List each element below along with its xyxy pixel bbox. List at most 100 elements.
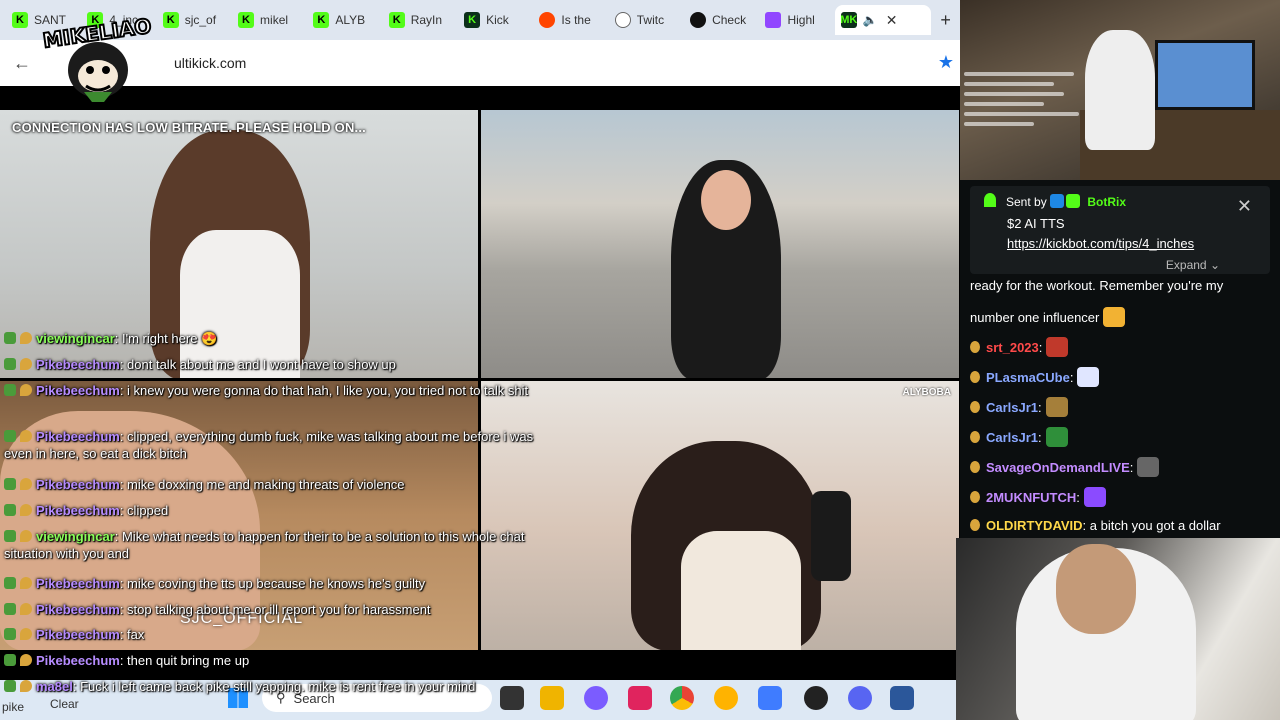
chat-text: : (1069, 370, 1074, 385)
kick-icon: K (313, 12, 330, 28)
tab-label: RayIn (410, 13, 443, 27)
bot-name[interactable]: BotRix (1087, 195, 1126, 209)
webcam-bottom (956, 538, 1280, 720)
chat-text: : fax (119, 627, 145, 642)
chat-input-text[interactable]: pike (2, 700, 24, 714)
pen-badge-icon (4, 577, 16, 589)
chat-message: viewingincar: Mike what needs to happen … (4, 528, 534, 562)
app-icon[interactable] (758, 686, 782, 710)
chat-username[interactable]: SavageOnDemandLIVE (986, 460, 1130, 475)
chat-username[interactable]: CarlsJr1 (986, 400, 1038, 415)
chat-message: Pikebeechum: fax (4, 626, 534, 643)
new-tab-button[interactable]: + (931, 10, 960, 31)
search-icon (614, 12, 631, 28)
kick-icon: K (238, 12, 255, 28)
browser-tab[interactable]: K Kick (458, 5, 533, 35)
close-icon[interactable]: ✕ (1237, 196, 1252, 217)
chat-message: Pikebeechum: stop talking about me or il… (4, 601, 534, 618)
chat-username[interactable]: CarlsJr1 (986, 430, 1038, 445)
chat-username[interactable]: srt_2023 (986, 340, 1039, 355)
emote-icon (1077, 367, 1100, 387)
chat-username[interactable]: Pikebeechum (36, 653, 120, 668)
expand-button[interactable]: Expand ⌄ (1166, 258, 1220, 272)
screen: K SANT K 4_inc Ksjc_of Kmikel K ALYB K RayIn K Kick… (0, 0, 1280, 720)
chat-message: viewingincar: I'm right here 😍 (4, 330, 534, 347)
word-icon[interactable] (890, 686, 914, 710)
drop-badge-icon (20, 478, 32, 490)
folder-icon[interactable] (540, 686, 564, 710)
alyboba-channel-label: ALYBOBA (902, 387, 951, 398)
tip-link[interactable]: https://kickbot.com/tips/4_inches (1007, 236, 1194, 251)
drop-badge-icon (970, 461, 980, 473)
url-text[interactable]: ultikick.com (174, 55, 246, 71)
drop-badge-icon (970, 491, 980, 503)
chat-message: Pikebeechum: clipped, everything dumb fu… (4, 428, 534, 462)
drop-badge-icon (20, 654, 32, 666)
streamer-head (1056, 544, 1136, 634)
speaker-icon[interactable]: 🔈 (863, 13, 878, 27)
tab-label: Highl (787, 13, 815, 27)
chat-username[interactable]: Pikebeechum (36, 383, 120, 398)
paint-icon[interactable] (628, 686, 652, 710)
emote-icon (1045, 427, 1068, 447)
microphone-icon (811, 491, 851, 581)
chat-text: : (1129, 460, 1134, 475)
badge-icon (1050, 194, 1065, 208)
drop-badge-icon (20, 332, 32, 344)
chat-message: CarlsJr1: (970, 397, 1068, 417)
chat-username[interactable]: Pikebeechum (36, 503, 120, 518)
emote-icon (1046, 337, 1069, 357)
obs-icon[interactable] (804, 686, 828, 710)
browser-tab[interactable]: K RayIn (383, 5, 458, 35)
tab-label: Is the (561, 13, 591, 27)
chat-username[interactable]: 2MUKNFUTCH (986, 490, 1076, 505)
chat-text: : (1038, 340, 1043, 355)
drop-badge-icon (20, 504, 32, 516)
browser-tab[interactable]: Highl (759, 5, 834, 35)
chat-message: ready for the workout. Remember you're m… (970, 277, 1223, 294)
chrome-icon[interactable] (670, 686, 694, 710)
chat-message: Pikebeechum: mike doxxing me and making … (4, 476, 534, 493)
streamer-head (701, 170, 751, 230)
tip-notification: Sent by BotRix $2 AI TTS https://kickbot… (970, 186, 1270, 274)
clear-button[interactable]: Clear (50, 697, 79, 711)
copilot-icon[interactable] (584, 686, 608, 710)
stream-video-2[interactable] (481, 110, 959, 378)
stream-video-4[interactable]: ALYBOBA (481, 381, 959, 650)
chat-username[interactable]: viewingincar (36, 529, 115, 544)
reddit-icon (539, 12, 556, 28)
verified-badge-icon (1066, 194, 1081, 208)
emote-icon (1045, 397, 1068, 417)
tab-label: Kick (486, 13, 509, 27)
chat-username[interactable]: Pikebeechum (36, 576, 120, 591)
chat-username[interactable]: Pikebeechum (36, 357, 120, 372)
pen-badge-icon (4, 628, 16, 640)
close-icon[interactable]: ✕ (886, 12, 898, 29)
chat-username[interactable]: Pikebeechum (36, 627, 120, 642)
chat-username[interactable]: viewingincar (36, 331, 115, 346)
browser-tab[interactable]: Kmikel (232, 5, 307, 35)
active-browser-tab[interactable]: MK 🔈 ✕ (834, 5, 932, 35)
sun-app-icon[interactable] (714, 686, 738, 710)
pen-badge-icon (4, 530, 16, 542)
pen-badge-icon (4, 654, 16, 666)
chat-username[interactable]: Pikebeechum (36, 429, 120, 444)
browser-tab[interactable]: Twitc (609, 5, 684, 35)
chat-username[interactable]: ma8el (36, 679, 73, 694)
chat-username[interactable]: OLDIRTYDAVID (986, 518, 1083, 533)
sent-by-label: Sent by (1006, 195, 1047, 209)
chat-text: : Fuck i left came back pike still yappi… (72, 679, 476, 694)
tip-sender: Sent by BotRix (1006, 194, 1126, 209)
browser-tab[interactable]: K ALYB (307, 5, 382, 35)
chat-text: : stop talking about me or ill report yo… (119, 602, 431, 617)
browser-tab[interactable]: Is the (533, 5, 608, 35)
chat-username[interactable]: Pikebeechum (36, 477, 120, 492)
chat-username[interactable]: PLasmaCUbe (986, 370, 1070, 385)
chat-text: ready for the workout. Remember you're m… (970, 278, 1224, 293)
tip-amount: $2 AI TTS (1007, 216, 1065, 231)
tab-label: ALYB (335, 13, 366, 27)
discord-icon[interactable] (848, 686, 872, 710)
chat-username[interactable]: Pikebeechum (36, 602, 120, 617)
browser-tab[interactable]: Check (684, 5, 759, 35)
bookmark-star-icon[interactable]: ★ (938, 52, 954, 73)
